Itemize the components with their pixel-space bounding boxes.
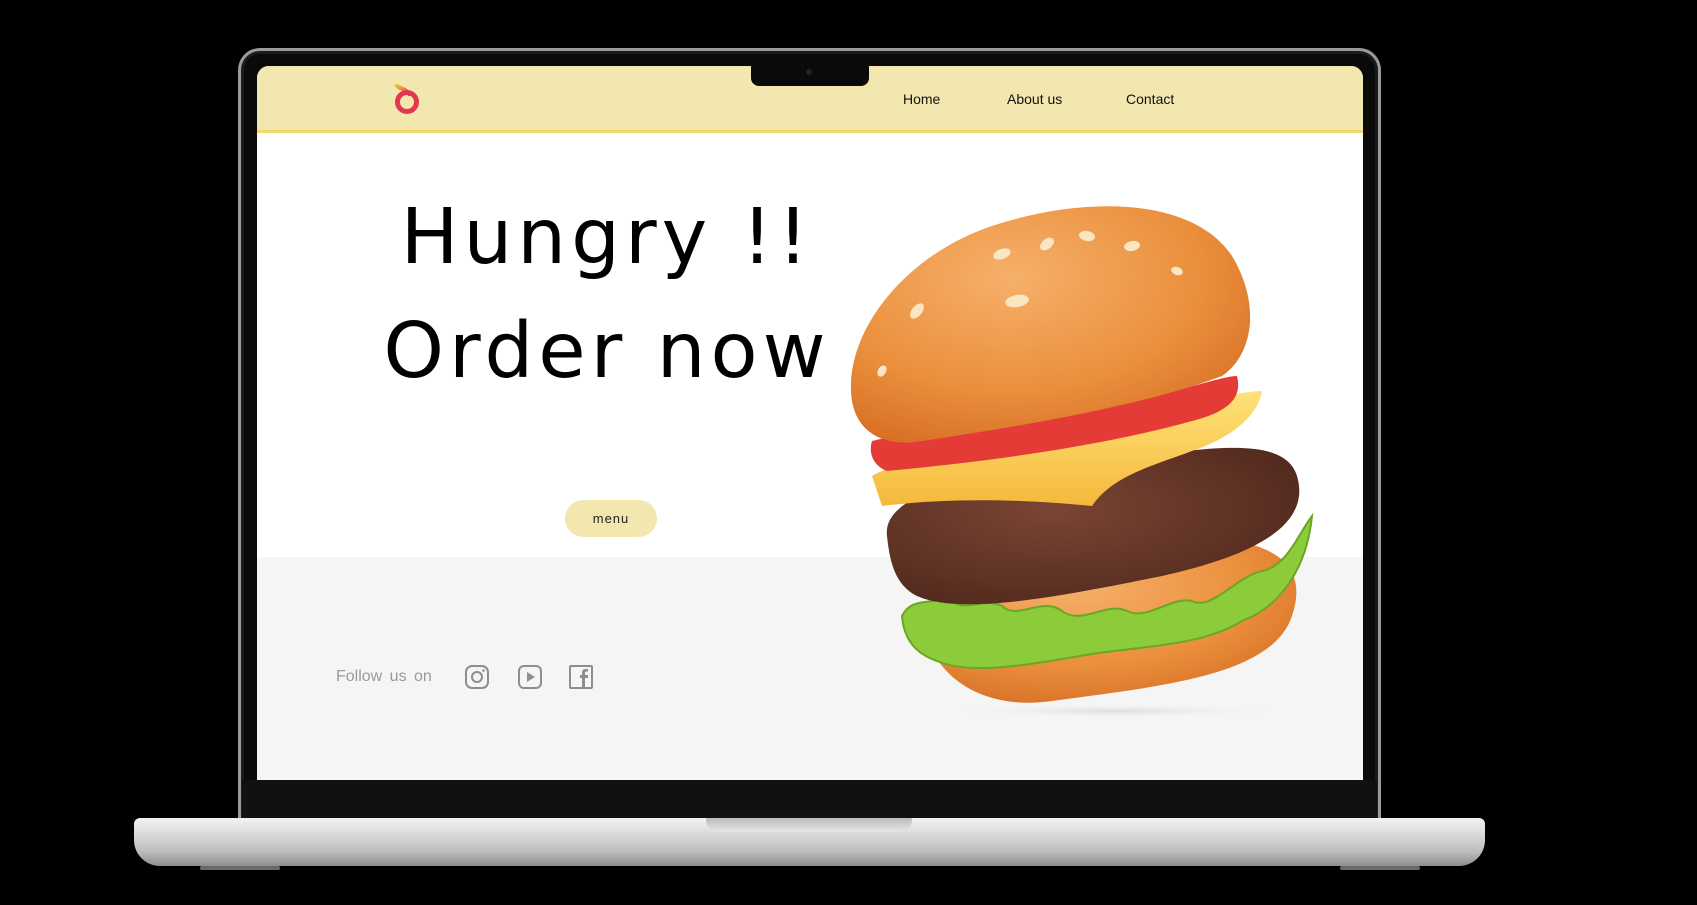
headline-line-1: Hungry !!	[400, 193, 814, 282]
youtube-icon[interactable]	[517, 664, 543, 690]
laptop-screen: Home About us Contact Hungry !! Order no…	[257, 66, 1363, 780]
nav-contact-link[interactable]: Contact	[1126, 91, 1206, 107]
nav-home-link[interactable]: Home	[903, 91, 940, 107]
headline-line-2: Order now	[383, 307, 831, 396]
nav-about-link[interactable]: About us	[1007, 91, 1087, 107]
trackpad-notch	[706, 818, 912, 832]
hero-headline: Hungry !! Order now	[357, 181, 857, 409]
laptop-hinge	[242, 780, 1377, 820]
camera-icon	[806, 69, 812, 75]
burger-illustration	[850, 206, 1314, 718]
laptop-foot-left	[200, 866, 280, 870]
facebook-icon[interactable]	[568, 664, 594, 690]
screen-notch	[751, 66, 869, 86]
laptop-foot-right	[1340, 866, 1420, 870]
instagram-icon[interactable]	[464, 664, 490, 690]
laptop-base	[134, 818, 1485, 866]
follow-label: Follow us on	[336, 668, 432, 685]
flame-logo-icon[interactable]	[387, 80, 423, 116]
menu-button[interactable]: menu	[565, 500, 657, 537]
